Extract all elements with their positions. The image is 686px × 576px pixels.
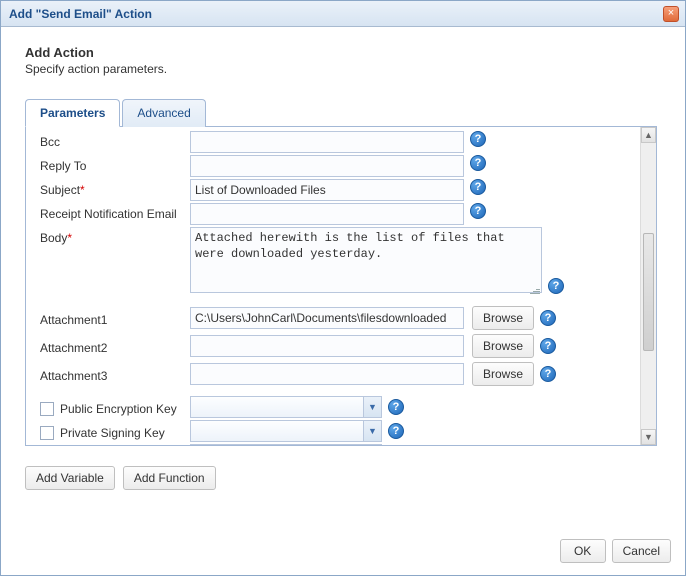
titlebar: Add "Send Email" Action × xyxy=(1,1,685,27)
public-key-combo[interactable]: ▼ xyxy=(190,396,382,418)
label-attachment2: Attachment2 xyxy=(40,337,190,355)
help-icon[interactable]: ? xyxy=(470,131,486,147)
help-icon[interactable]: ? xyxy=(388,399,404,415)
attachment3-input[interactable] xyxy=(190,363,464,385)
close-button[interactable]: × xyxy=(663,6,679,22)
private-key-checkbox[interactable] xyxy=(40,426,54,440)
label-attachment3: Attachment3 xyxy=(40,365,190,383)
help-icon[interactable]: ? xyxy=(548,278,564,294)
help-icon[interactable]: ? xyxy=(470,203,486,219)
tab-parameters[interactable]: Parameters xyxy=(25,99,120,127)
help-icon[interactable]: ? xyxy=(470,155,486,171)
label-bcc: Bcc xyxy=(40,131,190,149)
tab-advanced[interactable]: Advanced xyxy=(122,99,205,127)
add-variable-button[interactable]: Add Variable xyxy=(25,466,115,490)
help-icon[interactable]: ? xyxy=(540,338,556,354)
receipt-input[interactable] xyxy=(190,203,464,225)
bcc-input[interactable] xyxy=(190,131,464,153)
resize-grip-icon[interactable] xyxy=(528,282,540,294)
label-body: Body* xyxy=(40,227,190,245)
attachment1-input[interactable] xyxy=(190,307,464,329)
add-function-button[interactable]: Add Function xyxy=(123,466,216,490)
attachment2-input[interactable] xyxy=(190,335,464,357)
scroll-up-icon[interactable]: ▲ xyxy=(641,127,656,143)
content: Add Action Specify action parameters. Pa… xyxy=(1,27,685,500)
reply-to-input[interactable] xyxy=(190,155,464,177)
scrollbar-thumb[interactable] xyxy=(643,233,654,351)
bottom-toolbar: Add Variable Add Function xyxy=(25,466,665,490)
retry-limit-combo[interactable]: ▼ xyxy=(190,444,382,445)
help-icon[interactable]: ? xyxy=(470,179,486,195)
scrollbar-vertical[interactable]: ▲ ▼ xyxy=(640,127,656,445)
help-icon[interactable]: ? xyxy=(388,423,404,439)
browse-button-1[interactable]: Browse xyxy=(472,306,534,330)
cancel-button[interactable]: Cancel xyxy=(612,539,671,563)
browse-button-2[interactable]: Browse xyxy=(472,334,534,358)
private-key-combo[interactable]: ▼ xyxy=(190,420,382,442)
label-receipt: Receipt Notification Email xyxy=(40,203,190,221)
tabstrip: Parameters Advanced xyxy=(25,98,665,126)
panel-scroll: Bcc ? Reply To ? Subject* ? xyxy=(26,127,640,445)
label-private-key: Private Signing Key xyxy=(40,422,190,441)
public-key-checkbox[interactable] xyxy=(40,402,54,416)
tabs: Parameters Advanced Bcc ? Reply To ? xyxy=(25,98,665,446)
label-reply-to: Reply To xyxy=(40,155,190,173)
dialog-title: Add "Send Email" Action xyxy=(9,7,152,21)
tab-panel-parameters: Bcc ? Reply To ? Subject* ? xyxy=(25,126,657,446)
help-icon[interactable]: ? xyxy=(540,366,556,382)
help-icon[interactable]: ? xyxy=(540,310,556,326)
browse-button-3[interactable]: Browse xyxy=(472,362,534,386)
private-key-combo-input[interactable] xyxy=(191,421,363,441)
label-attachment1: Attachment1 xyxy=(40,309,190,327)
section-subtitle: Specify action parameters. xyxy=(25,62,665,76)
chevron-down-icon[interactable]: ▼ xyxy=(363,397,381,417)
dialog-footer: OK Cancel xyxy=(560,539,671,563)
chevron-down-icon[interactable]: ▼ xyxy=(363,421,381,441)
ok-button[interactable]: OK xyxy=(560,539,606,563)
section-title: Add Action xyxy=(25,45,665,60)
subject-input[interactable] xyxy=(190,179,464,201)
dialog: Add "Send Email" Action × Add Action Spe… xyxy=(0,0,686,576)
scroll-down-icon[interactable]: ▼ xyxy=(641,429,656,445)
label-public-key: Public Encryption Key xyxy=(40,398,190,417)
public-key-combo-input[interactable] xyxy=(191,397,363,417)
label-subject: Subject* xyxy=(40,179,190,197)
body-textarea[interactable] xyxy=(190,227,542,293)
